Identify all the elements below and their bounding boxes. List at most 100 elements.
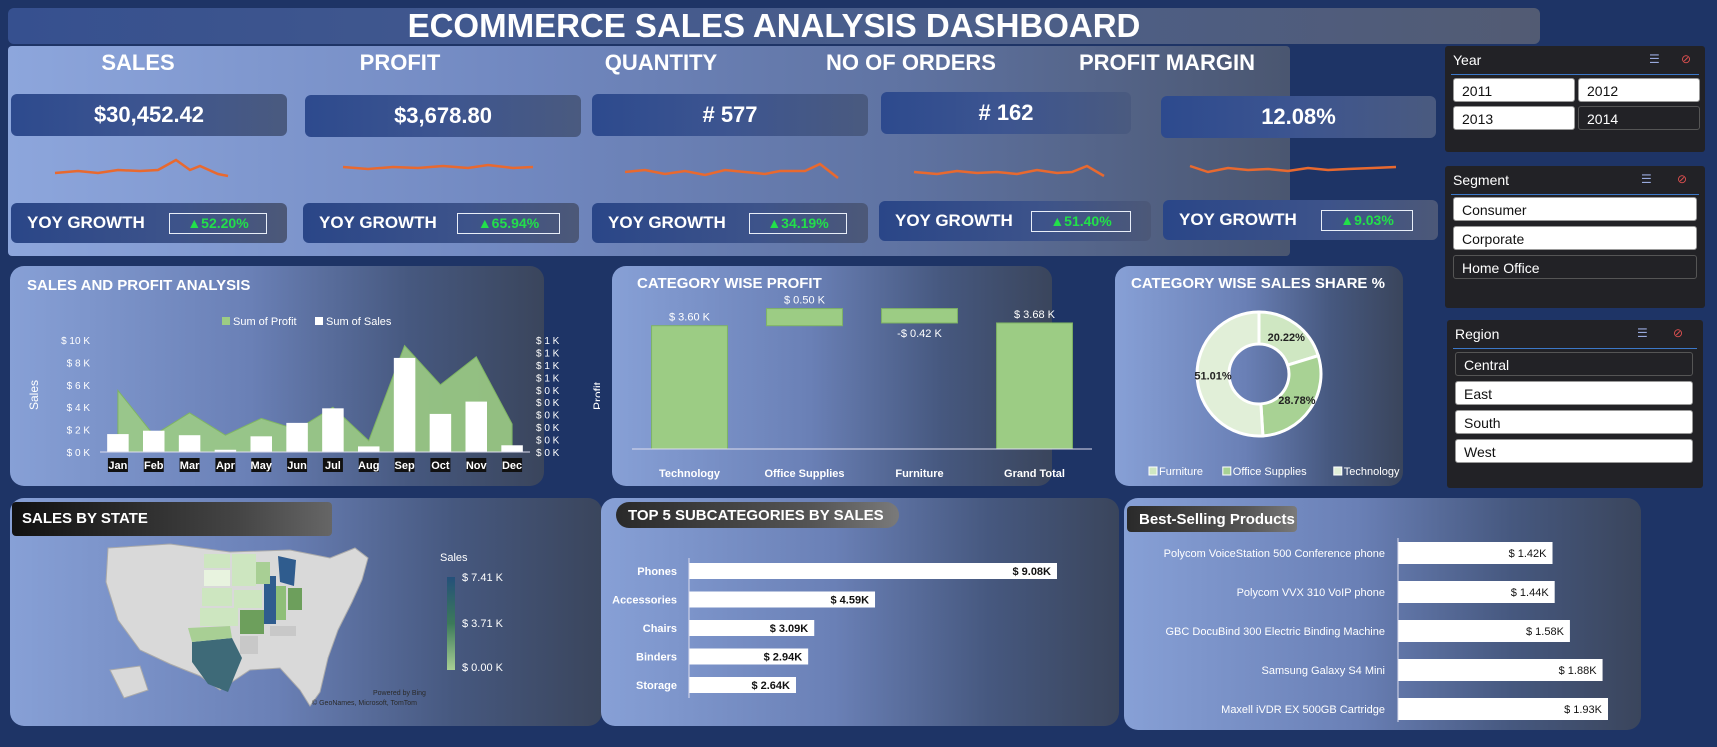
profit-area	[117, 344, 513, 453]
map-state-in	[276, 586, 286, 620]
kpi-orders-value: # 162	[881, 92, 1131, 134]
waterfall-category-label: Technology	[659, 468, 721, 480]
month-label: Aug	[358, 460, 379, 472]
bar-category-label: Polycom VVX 310 VoIP phone	[1237, 587, 1385, 599]
map-state-sd	[204, 570, 230, 586]
map-state-wi	[256, 562, 270, 584]
hbar-data-label: $ 1.42K	[1509, 548, 1548, 560]
year-slicer-title: Year	[1453, 52, 1482, 68]
multi-select-icon[interactable]: ☰	[1649, 52, 1660, 66]
sales-sparkline	[54, 158, 229, 178]
waterfall-bar	[881, 308, 958, 324]
hbar-data-label: $ 2.64K	[751, 680, 790, 692]
hbar-data-label: $ 1.93K	[1564, 704, 1603, 716]
yoy-label: YOY GROWTH	[1179, 210, 1297, 229]
month-label: Jan	[108, 460, 127, 472]
year-2014[interactable]: 2014	[1578, 106, 1700, 130]
category-profit-chart: $ 3.60 K Technology $ 0.50 K Office Supplie…	[632, 295, 1092, 480]
multi-select-icon[interactable]: ☰	[1637, 326, 1648, 340]
segment-slicer: Segment ☰ ⊘ Consumer Corporate Home Offi…	[1445, 166, 1705, 308]
bar-category-label: Samsung Galaxy S4 Mini	[1262, 665, 1386, 677]
region-slicer: Region ☰ ⊘ Central East South West	[1447, 320, 1703, 488]
region-west[interactable]: West	[1455, 439, 1693, 463]
waterfall-bar	[996, 322, 1073, 450]
map-state-tx	[192, 638, 242, 692]
waterfall-data-label: -$ 0.42 K	[897, 328, 942, 340]
dashboard-title: ECOMMERCE SALES ANALYSIS DASHBOARD	[8, 8, 1540, 44]
multi-select-icon[interactable]: ☰	[1641, 172, 1652, 186]
y-tick-label: $ 10 K	[61, 336, 90, 347]
hbar-data-label: $ 1.58K	[1526, 626, 1565, 638]
sales-by-state-title: SALES BY STATE	[22, 510, 148, 527]
bar-category-label: Maxell iVDR EX 500GB Cartridge	[1221, 704, 1385, 716]
y2-tick-label: $ 0 K	[536, 398, 560, 409]
sales-bar	[429, 413, 452, 452]
year-2011[interactable]: 2011	[1453, 78, 1575, 102]
bar-category-label: Binders	[636, 652, 677, 664]
orders-sparkline	[913, 164, 1105, 178]
map-state-ks	[200, 608, 238, 626]
year-2013[interactable]: 2013	[1453, 106, 1575, 130]
map-legend-gradient	[447, 577, 455, 670]
segment-consumer[interactable]: Consumer	[1453, 197, 1697, 221]
clear-filter-icon[interactable]: ⊘	[1673, 326, 1683, 340]
sales-profit-chart: Sum of Profit Sum of Sales Sales Profit $ 0 …	[27, 316, 600, 472]
sales-bar	[143, 430, 165, 452]
segment-home-office[interactable]: Home Office	[1453, 255, 1697, 279]
clear-filter-icon[interactable]: ⊘	[1677, 172, 1687, 186]
legend-sales-label: Sum of Sales	[326, 316, 392, 328]
map-state-ia	[234, 590, 262, 608]
kpi-profit-yoy: YOY GROWTH ▲65.94%	[303, 203, 579, 243]
donut-data-label: 51.01%	[1194, 370, 1232, 382]
legend-profit-label: Sum of Profit	[233, 316, 297, 328]
y-tick-label: $ 4 K	[67, 403, 91, 414]
map-legend-mid: $ 3.71 K	[462, 618, 503, 630]
map-legend-min: $ 0.00 K	[462, 662, 503, 674]
map-state-mi	[278, 556, 296, 586]
map-state-ky	[270, 626, 296, 636]
bar-category-label: Polycom VoiceStation 500 Conference phon…	[1164, 548, 1385, 560]
sales-bar	[286, 422, 308, 452]
map-state-mo	[240, 610, 264, 634]
legend-sales-swatch	[315, 317, 323, 325]
kpi-profit-head: PROFIT	[359, 50, 441, 75]
month-label: Jul	[325, 460, 341, 472]
bar-category-label: Storage	[636, 680, 677, 692]
us-map	[105, 543, 369, 707]
sales-bar	[322, 408, 344, 452]
kpi-profit-value: $3,678.80	[305, 95, 581, 137]
bar-category-label: Phones	[637, 566, 677, 578]
month-label: Apr	[216, 460, 236, 472]
waterfall-data-label: $ 0.50 K	[784, 295, 826, 307]
y-axis-title: Sales	[27, 380, 41, 410]
y-tick-label: $ 2 K	[67, 426, 91, 437]
waterfall-category-label: Furniture	[895, 468, 943, 480]
y2-tick-label: $ 1 K	[536, 373, 560, 384]
yoy-value: ▲65.94%	[457, 213, 560, 234]
map-state-ne	[202, 588, 232, 606]
sales-bar	[393, 357, 416, 452]
month-label: Dec	[502, 460, 522, 472]
map-credit-bing: Powered by Bing	[373, 690, 426, 697]
segment-corporate[interactable]: Corporate	[1453, 226, 1697, 250]
hbar-data-label: $ 1.88K	[1559, 665, 1598, 677]
y-tick-label: $ 0 K	[67, 448, 91, 459]
best-selling-chart: Polycom VoiceStation 500 Conference phon…	[1164, 538, 1608, 722]
kpi-quantity-value: # 577	[592, 94, 868, 136]
region-south[interactable]: South	[1455, 410, 1693, 434]
region-east[interactable]: East	[1455, 381, 1693, 405]
kpi-sales-value: $30,452.42	[11, 94, 287, 136]
map-state-mn	[232, 554, 256, 586]
region-central[interactable]: Central	[1455, 352, 1693, 376]
clear-filter-icon[interactable]: ⊘	[1681, 52, 1691, 66]
profit-sparkline	[342, 163, 534, 171]
y2-tick-label: $ 0 K	[536, 436, 560, 447]
y-tick-label: $ 8 K	[67, 358, 91, 369]
year-2012[interactable]: 2012	[1578, 78, 1700, 102]
divider	[1453, 348, 1697, 349]
kpi-margin-yoy: YOY GROWTH ▲9.03%	[1163, 200, 1438, 240]
y2-tick-label: $ 0 K	[536, 423, 560, 434]
map-legend-title: Sales	[440, 552, 468, 564]
donut-data-label: 20.22%	[1268, 332, 1306, 344]
map-alaska	[109, 665, 149, 699]
